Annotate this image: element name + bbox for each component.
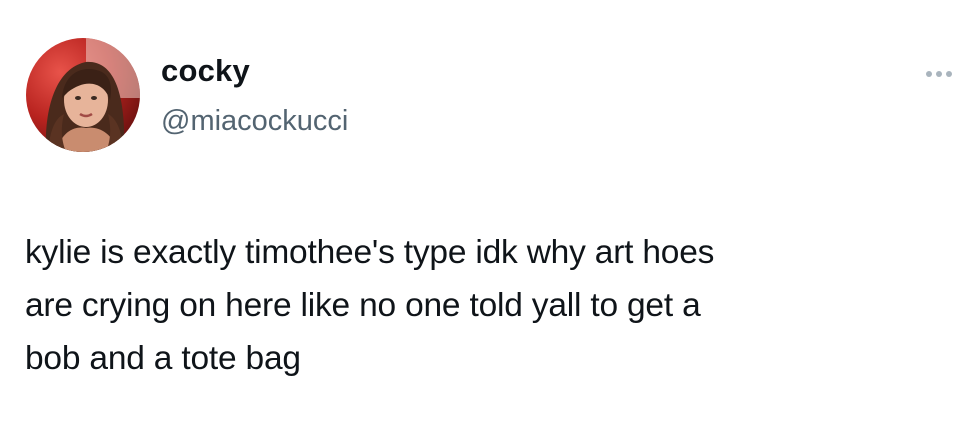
- ellipsis-icon: [936, 71, 942, 77]
- tweet-text-line: kylie is exactly timothee's type idk why…: [25, 234, 715, 271]
- more-options-button[interactable]: [916, 60, 962, 88]
- tweet-text-line: are crying on here like no one told yall…: [25, 287, 701, 324]
- ellipsis-icon: [946, 71, 952, 77]
- tweet-text-line: bob and a tote bag: [25, 340, 301, 377]
- author-display-name[interactable]: cocky: [161, 51, 250, 91]
- avatar[interactable]: [26, 38, 140, 152]
- tweet-card: cocky @miacockucci kylie is exactly timo…: [0, 0, 970, 428]
- profile-photo-icon: [26, 38, 140, 152]
- tweet-text: kylie is exactly timothee's type idk why…: [25, 226, 965, 385]
- author-handle[interactable]: @miacockucci: [161, 102, 348, 140]
- ellipsis-icon: [926, 71, 932, 77]
